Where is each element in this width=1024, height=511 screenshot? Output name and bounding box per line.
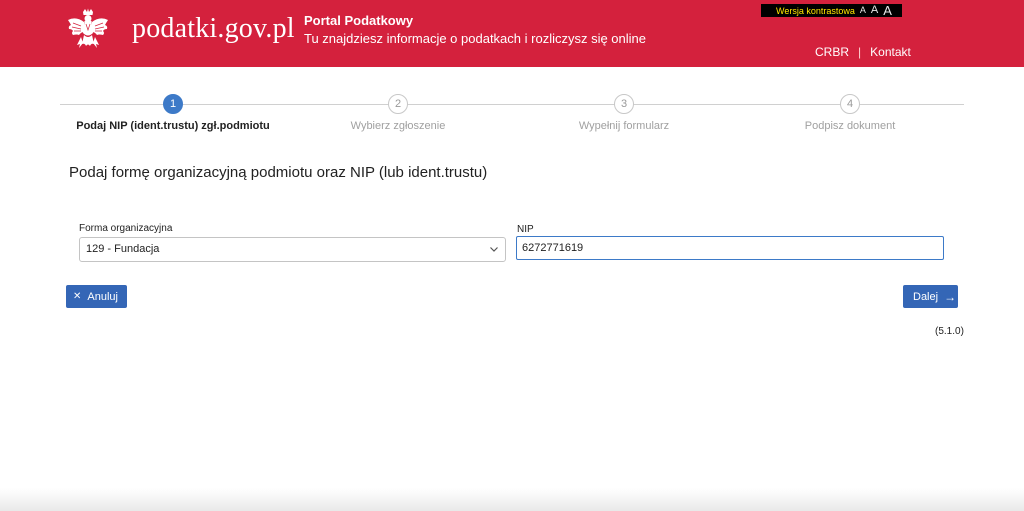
polish-eagle-logo[interactable] (66, 8, 110, 56)
step-3: 3 Wypełnij formularz (504, 94, 744, 132)
step-4-label: Podpisz dokument (804, 120, 896, 132)
font-size-medium-button[interactable]: A (871, 5, 878, 16)
step-4-number: 4 (840, 94, 860, 114)
next-button[interactable]: Dalej → (903, 285, 958, 308)
step-1-number: 1 (163, 94, 183, 114)
chevron-down-icon (490, 247, 498, 252)
step-4: 4 Podpisz dokument (730, 94, 970, 132)
page-title: Podaj formę organizacyjną podmiotu oraz … (69, 164, 488, 181)
portal-title: Portal Podatkowy (304, 13, 414, 28)
font-size-small-button[interactable]: A (860, 6, 866, 15)
nip-label: NIP (517, 224, 534, 235)
step-2: 2 Wybierz zgłoszenie (278, 94, 518, 132)
step-3-label: Wypełnij formularz (578, 120, 670, 132)
portal-subtitle: Tu znajdziesz informacje o podatkach i r… (304, 31, 647, 46)
org-form-select[interactable]: 129 - Fundacja (79, 237, 506, 262)
nip-input[interactable]: 6272771619 (516, 236, 944, 260)
crbr-link[interactable]: CRBR (815, 45, 849, 59)
org-form-label: Forma organizacyjna (79, 223, 173, 234)
step-3-number: 3 (614, 94, 634, 114)
header-links: CRBR | Kontakt (815, 45, 911, 59)
site-header: podatki.gov.pl Portal Podatkowy Tu znajd… (0, 0, 1024, 67)
cancel-button-label: Anuluj (87, 290, 118, 303)
next-button-label: Dalej (913, 290, 939, 303)
font-size-large-button[interactable]: A (883, 4, 892, 17)
step-1: 1 Podaj NIP (ident.trustu) zgł.podmiotu (53, 94, 293, 132)
cancel-button[interactable]: ✕ Anuluj (66, 285, 127, 308)
contrast-version-link[interactable]: Wersja kontrastowa (776, 6, 855, 16)
org-form-selected-value: 129 - Fundacja (86, 243, 160, 255)
arrow-right-icon: → (944, 289, 957, 304)
step-1-label: Podaj NIP (ident.trustu) zgł.podmiotu (76, 120, 270, 132)
step-2-number: 2 (388, 94, 408, 114)
accessibility-bar: Wersja kontrastowa A A A (761, 4, 902, 17)
app-version: (5.1.0) (935, 326, 964, 337)
step-2-label: Wybierz zgłoszenie (350, 120, 446, 132)
contact-link[interactable]: Kontakt (870, 45, 911, 59)
close-icon: ✕ (73, 291, 82, 302)
link-separator: | (858, 45, 862, 59)
site-name[interactable]: podatki.gov.pl (132, 13, 295, 45)
page-bottom-edge (0, 488, 1024, 511)
